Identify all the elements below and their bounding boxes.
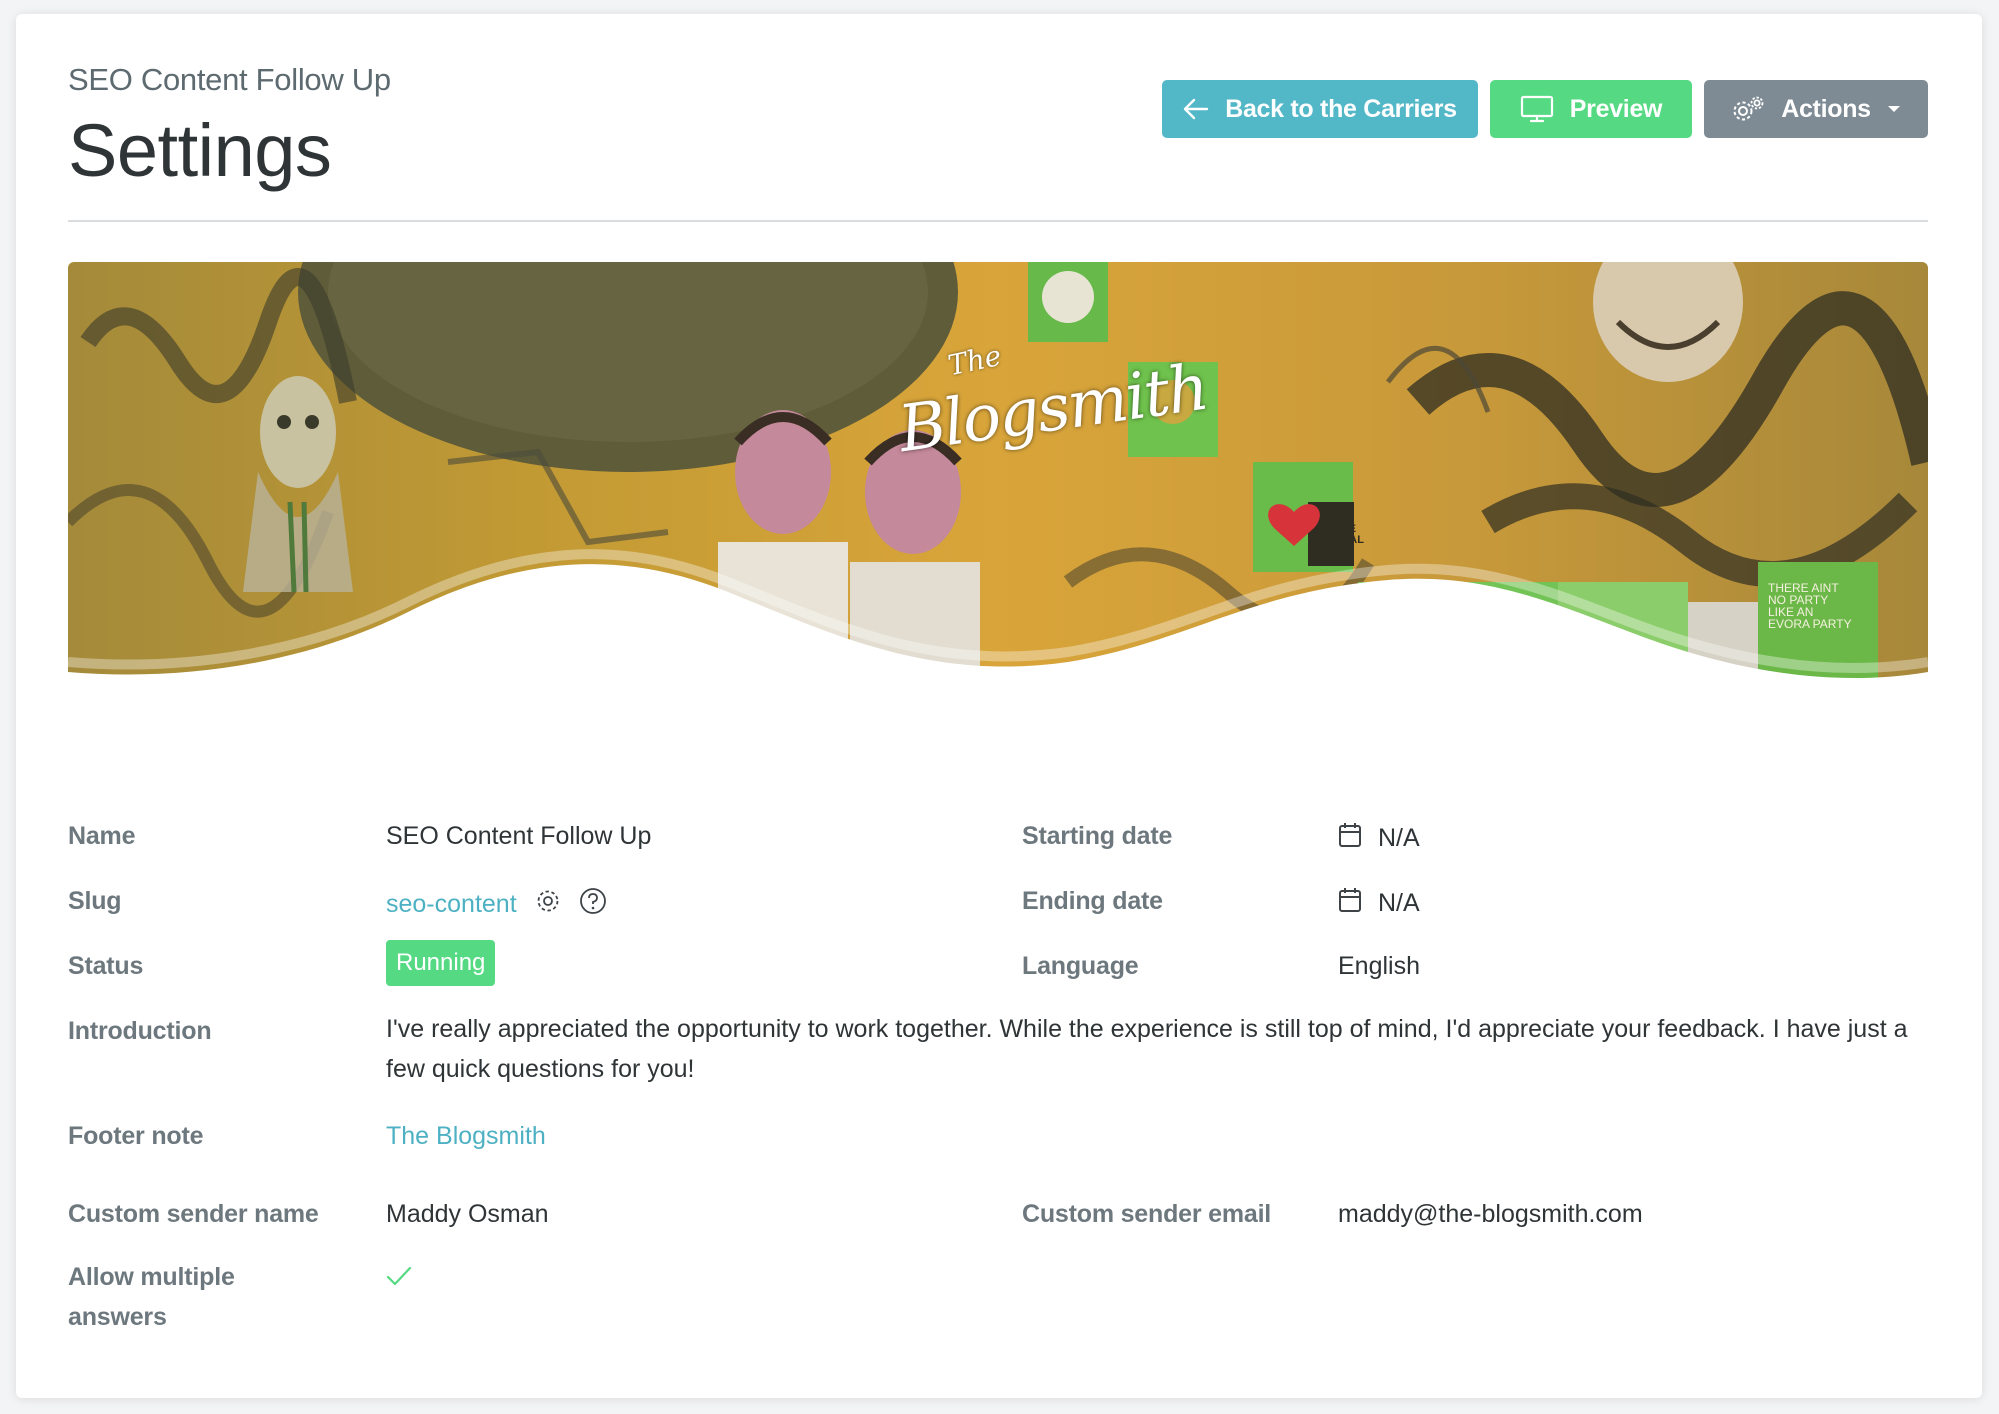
preview-button-label: Preview [1569,94,1663,123]
allow-multiple-answers-label: Allow multiple answers [68,1257,235,1337]
ending-date-label: Ending date [1022,887,1163,915]
introduction-value: I've really appreciated the opportunity … [386,1015,1908,1083]
sticker-the-real: THE REAL [1334,523,1364,546]
allow-multiple-answers-label-line1: Allow multiple [68,1263,235,1291]
help-circle-icon[interactable] [579,887,607,922]
gear-icon[interactable] [535,888,561,921]
arrow-left-icon [1183,98,1209,120]
custom-sender-name-value: Maddy Osman [386,1200,549,1228]
calendar-icon [1338,822,1362,855]
settings-card: SEO Content Follow Up Settings Back to t… [16,14,1982,1398]
page-header: SEO Content Follow Up Settings Back to t… [68,62,1928,240]
footer-note-label: Footer note [68,1122,204,1150]
caret-down-icon [1887,104,1901,114]
custom-sender-email-label: Custom sender email [1022,1200,1272,1228]
allow-multiple-answers-label-line2: answers [68,1303,167,1331]
starting-date-label: Starting date [1022,822,1173,850]
status-value-wrap: Running [386,940,496,998]
status-badge: Running [386,940,496,986]
slug-label: Slug [68,887,122,915]
gears-icon [1731,95,1765,123]
custom-sender-name-label: Custom sender name [68,1200,319,1228]
cover-banner: The Blogsmith THE REAL THERE AINT NO PAR… [68,262,1928,694]
slug-value-wrap: seo-content [386,887,607,922]
ending-date-value: N/A [1378,889,1420,917]
ending-date-value-wrap: N/A [1338,887,1420,920]
actions-dropdown-button[interactable]: Actions [1704,80,1928,138]
calendar-icon [1338,887,1362,920]
introduction-label: Introduction [68,1017,212,1045]
language-value: English [1338,952,1420,980]
check-icon [386,1265,412,1294]
header-divider [68,220,1928,222]
header-actions: Back to the Carriers Preview Actions [1162,80,1928,138]
back-to-carriers-button[interactable]: Back to the Carriers [1162,80,1478,138]
starting-date-value-wrap: N/A [1338,822,1420,855]
name-value: SEO Content Follow Up [386,822,652,850]
slug-link[interactable]: seo-content [386,890,517,919]
status-label: Status [68,952,144,980]
monitor-icon [1520,95,1554,123]
footer-note-value[interactable]: The Blogsmith [386,1122,546,1151]
actions-button-label: Actions [1781,94,1871,123]
custom-sender-email-value: maddy@the-blogsmith.com [1338,1200,1643,1228]
back-button-label: Back to the Carriers [1225,94,1457,123]
starting-date-value: N/A [1378,824,1420,852]
preview-button[interactable]: Preview [1490,80,1692,138]
sticker-evora-party: THERE AINT NO PARTY LIKE AN EVORA PARTY [1768,581,1852,631]
language-label: Language [1022,952,1139,980]
graffiti-banner-image [68,262,1928,694]
name-label: Name [68,822,136,850]
